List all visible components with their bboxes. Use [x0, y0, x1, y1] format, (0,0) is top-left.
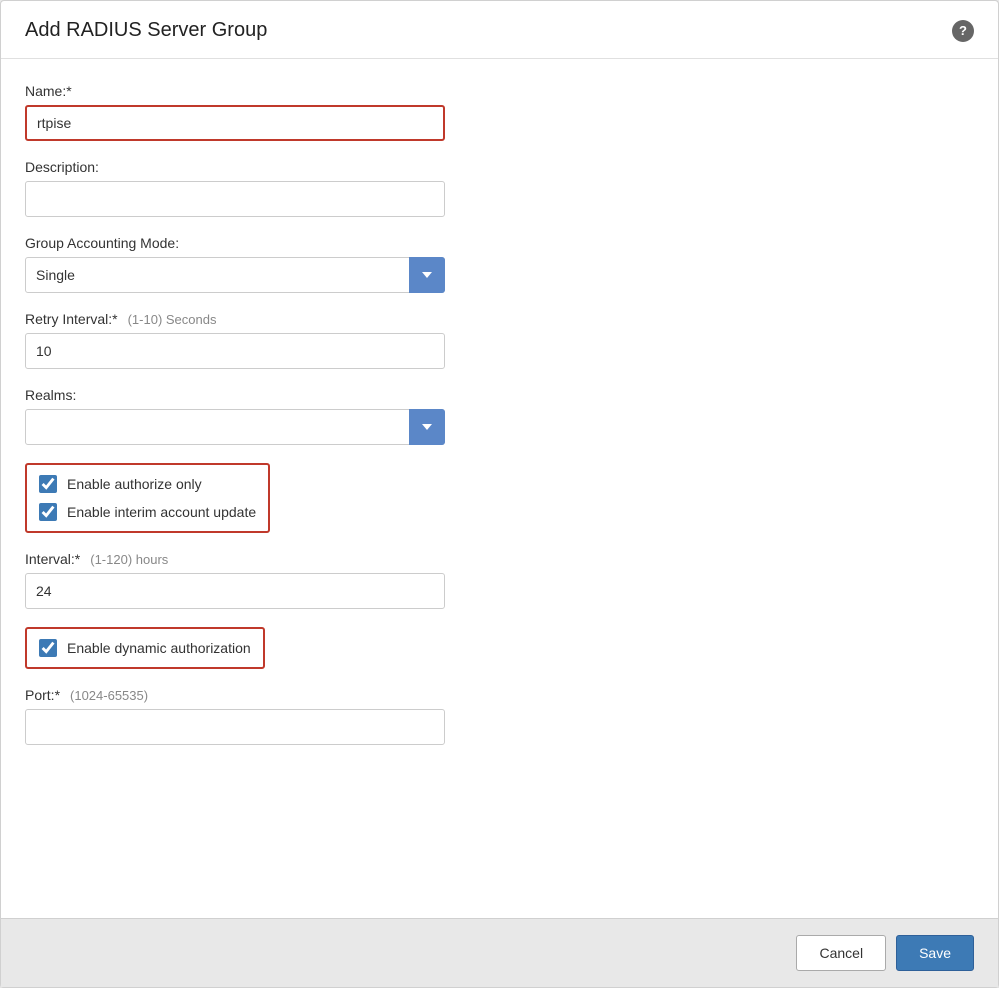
enable-interim-update-label: Enable interim account update: [67, 504, 256, 520]
port-input[interactable]: [25, 709, 445, 745]
enable-authorize-only-label: Enable authorize only: [67, 476, 202, 492]
dialog-body: Name:* Description: Group Accounting Mod…: [1, 59, 998, 918]
name-input[interactable]: [25, 105, 445, 141]
interval-hint: (1-120) hours: [90, 552, 168, 567]
dialog-header: Add RADIUS Server Group ?: [1, 1, 998, 59]
enable-dynamic-auth-checkbox[interactable]: [39, 639, 57, 657]
cancel-button[interactable]: Cancel: [796, 935, 886, 971]
enable-authorize-only-item[interactable]: Enable authorize only: [39, 475, 256, 493]
realms-group: Realms:: [25, 387, 974, 445]
group-accounting-label: Group Accounting Mode:: [25, 235, 974, 251]
retry-interval-label-row: Retry Interval:* (1-10) Seconds: [25, 311, 974, 333]
realms-label: Realms:: [25, 387, 974, 403]
retry-interval-hint: (1-10) Seconds: [128, 312, 217, 327]
authorize-options-group: Enable authorize only Enable interim acc…: [25, 463, 270, 533]
interval-label: Interval:*: [25, 551, 80, 567]
dialog-footer: Cancel Save: [1, 918, 998, 987]
description-group: Description:: [25, 159, 974, 217]
retry-interval-input[interactable]: [25, 333, 445, 369]
realms-select-wrapper: [25, 409, 445, 445]
help-icon[interactable]: ?: [952, 20, 974, 42]
description-label: Description:: [25, 159, 974, 175]
port-hint: (1024-65535): [70, 688, 148, 703]
enable-interim-update-checkbox[interactable]: [39, 503, 57, 521]
save-button[interactable]: Save: [896, 935, 974, 971]
description-input[interactable]: [25, 181, 445, 217]
retry-interval-label: Retry Interval:*: [25, 311, 118, 327]
add-radius-server-group-dialog: Add RADIUS Server Group ? Name:* Descrip…: [0, 0, 999, 988]
name-label: Name:*: [25, 83, 974, 99]
group-accounting-group: Group Accounting Mode: Single Multiple: [25, 235, 974, 293]
port-group: Port:* (1024-65535): [25, 687, 974, 745]
interval-input[interactable]: [25, 573, 445, 609]
dialog-title: Add RADIUS Server Group: [25, 19, 267, 42]
name-group: Name:*: [25, 83, 974, 141]
enable-dynamic-auth-label: Enable dynamic authorization: [67, 640, 251, 656]
port-label: Port:*: [25, 687, 60, 703]
enable-authorize-only-checkbox[interactable]: [39, 475, 57, 493]
group-accounting-select-wrapper: Single Multiple: [25, 257, 445, 293]
realms-select[interactable]: [25, 409, 445, 445]
enable-interim-update-item[interactable]: Enable interim account update: [39, 503, 256, 521]
interval-label-row: Interval:* (1-120) hours: [25, 551, 974, 573]
dynamic-auth-group[interactable]: Enable dynamic authorization: [25, 627, 265, 669]
retry-interval-group: Retry Interval:* (1-10) Seconds: [25, 311, 974, 369]
port-label-row: Port:* (1024-65535): [25, 687, 974, 709]
interval-group: Interval:* (1-120) hours: [25, 551, 974, 609]
group-accounting-select[interactable]: Single Multiple: [25, 257, 445, 293]
